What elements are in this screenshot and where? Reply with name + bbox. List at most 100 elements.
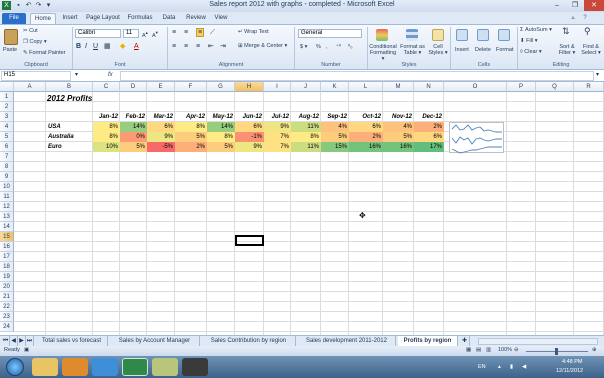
profit-cell[interactable]: 9% — [147, 132, 175, 142]
help-icon[interactable]: ? — [580, 13, 590, 24]
formula-input[interactable] — [120, 71, 594, 81]
column-header[interactable]: D — [120, 82, 147, 92]
conditional-formatting-button[interactable]: Conditional Formatting ▾ — [368, 44, 398, 62]
profit-cell[interactable]: 5% — [207, 142, 235, 152]
profit-cell[interactable]: 2% — [414, 122, 444, 132]
profit-cell[interactable]: 16% — [383, 142, 414, 152]
align-bottom-icon[interactable]: ≡ — [196, 28, 205, 37]
orientation-icon[interactable]: ⟋ — [210, 29, 215, 36]
paste-icon[interactable] — [4, 29, 18, 45]
profit-cell[interactable]: 8% — [207, 132, 235, 142]
row-header[interactable]: 16 — [0, 242, 14, 252]
wrap-text-button[interactable]: ↵ Wrap Text — [238, 29, 269, 36]
row-header[interactable]: 7 — [0, 152, 14, 162]
column-header[interactable]: Q — [536, 82, 574, 92]
tab-view[interactable]: View — [210, 13, 232, 24]
format-painter-button[interactable]: ✎ Format Painter — [23, 50, 66, 57]
align-left-icon[interactable]: ≡ — [172, 43, 176, 50]
profit-cell[interactable]: 8% — [93, 122, 120, 132]
insert-sheet-icon[interactable]: ✚ — [460, 336, 470, 346]
profit-cell[interactable]: 6% — [147, 122, 175, 132]
autosum-button[interactable]: Σ AutoSum ▾ — [520, 27, 552, 34]
restore-button[interactable]: ❐ — [566, 0, 584, 11]
row-header[interactable]: 6 — [0, 142, 14, 152]
month-header[interactable]: Apr-12 — [175, 112, 207, 122]
decrease-indent-icon[interactable]: ⇤ — [208, 43, 214, 50]
month-header[interactable]: Nov-12 — [383, 112, 414, 122]
italic-icon[interactable]: I — [85, 43, 87, 50]
find-select-button[interactable]: Find & Select ▾ — [579, 44, 603, 56]
profit-cell[interactable]: 14% — [120, 122, 147, 132]
row-header[interactable]: 22 — [0, 302, 14, 312]
column-header[interactable]: R — [574, 82, 604, 92]
font-color-icon[interactable]: A — [134, 43, 139, 50]
grow-font-icon[interactable]: A▴ — [142, 29, 148, 40]
copy-button[interactable]: ❐ Copy ▾ — [23, 39, 47, 46]
zoom-in-icon[interactable]: ⊕ — [592, 347, 597, 354]
profit-cell[interactable]: 5% — [175, 132, 207, 142]
format-as-table-button[interactable]: Format as Table ▾ — [399, 44, 426, 56]
delete-cells-button[interactable]: Delete — [475, 47, 491, 54]
month-header[interactable]: Feb-12 — [120, 112, 147, 122]
minimize-button[interactable]: – — [548, 0, 566, 11]
sparklines-area[interactable] — [449, 122, 504, 154]
volume-icon[interactable]: ◀ — [522, 364, 526, 371]
profit-cell[interactable]: 6% — [414, 132, 444, 142]
row-header[interactable]: 9 — [0, 172, 14, 182]
profit-cell[interactable]: 5% — [321, 132, 349, 142]
align-center-icon[interactable]: ≡ — [184, 43, 188, 50]
tray-arrow-icon[interactable]: ▴ — [498, 364, 501, 371]
profit-cell[interactable]: 2% — [349, 132, 383, 142]
region-label[interactable]: Australia — [46, 132, 93, 142]
column-header[interactable]: J — [291, 82, 321, 92]
profit-cell[interactable]: 5% — [383, 132, 414, 142]
fill-button[interactable]: ⬇ Fill ▾ — [520, 38, 537, 45]
align-middle-icon[interactable]: ≡ — [184, 29, 188, 36]
page-break-view-icon[interactable]: ▥ — [486, 347, 491, 354]
column-header[interactable]: F — [175, 82, 207, 92]
increase-indent-icon[interactable]: ⇥ — [220, 43, 226, 50]
sheet-tab-account-manager[interactable]: Sales by Account Manager — [110, 336, 200, 346]
month-header[interactable]: Jul-12 — [264, 112, 291, 122]
row-header[interactable]: 19 — [0, 272, 14, 282]
profit-cell[interactable]: 14% — [207, 122, 235, 132]
page-layout-view-icon[interactable]: ▤ — [476, 347, 481, 354]
zoom-level[interactable]: 100% — [498, 347, 512, 354]
month-header[interactable]: Oct-12 — [349, 112, 383, 122]
paste-button[interactable]: Paste — [3, 47, 17, 54]
name-box[interactable]: H15 — [1, 71, 71, 81]
profit-cell[interactable]: 9% — [235, 142, 264, 152]
month-header[interactable]: Jan-12 — [93, 112, 120, 122]
zoom-out-icon[interactable]: ⊖ — [514, 347, 519, 354]
next-sheet-icon[interactable]: ▶ — [18, 336, 26, 346]
percent-button[interactable]: % — [316, 44, 321, 51]
row-header[interactable]: 5 — [0, 132, 14, 142]
folder-icon[interactable] — [152, 358, 178, 376]
profit-cell[interactable]: 4% — [383, 122, 414, 132]
first-sheet-icon[interactable]: ⏮ — [2, 336, 10, 346]
profit-cell[interactable]: 10% — [93, 142, 120, 152]
profit-cell[interactable]: 2% — [175, 142, 207, 152]
tab-home[interactable]: Home — [30, 13, 56, 24]
insert-cells-button[interactable]: Insert — [455, 47, 469, 54]
font-size-select[interactable]: 11 — [123, 29, 139, 38]
profit-cell[interactable]: -1% — [235, 132, 264, 142]
internet-explorer-icon[interactable] — [92, 358, 118, 376]
profit-cell[interactable]: 4% — [321, 122, 349, 132]
insert-function-button[interactable]: fx — [108, 72, 113, 79]
align-right-icon[interactable]: ≡ — [196, 43, 200, 50]
column-header[interactable]: O — [444, 82, 507, 92]
tab-formulas[interactable]: Formulas — [124, 13, 156, 24]
column-header[interactable]: E — [147, 82, 175, 92]
row-header[interactable]: 14 — [0, 222, 14, 232]
sheet-tab-profits[interactable]: Profits by region — [398, 336, 458, 346]
excel-taskbar-icon[interactable] — [122, 358, 148, 376]
row-header[interactable]: 17 — [0, 252, 14, 262]
shrink-font-icon[interactable]: A▾ — [152, 29, 158, 40]
column-header[interactable]: C — [93, 82, 120, 92]
profit-cell[interactable]: 8% — [175, 122, 207, 132]
decrease-decimal-icon[interactable]: ⁰₀ — [348, 44, 353, 51]
month-header[interactable]: May-12 — [207, 112, 235, 122]
align-top-icon[interactable]: ≡ — [172, 29, 176, 36]
normal-view-icon[interactable]: ▦ — [466, 347, 471, 354]
